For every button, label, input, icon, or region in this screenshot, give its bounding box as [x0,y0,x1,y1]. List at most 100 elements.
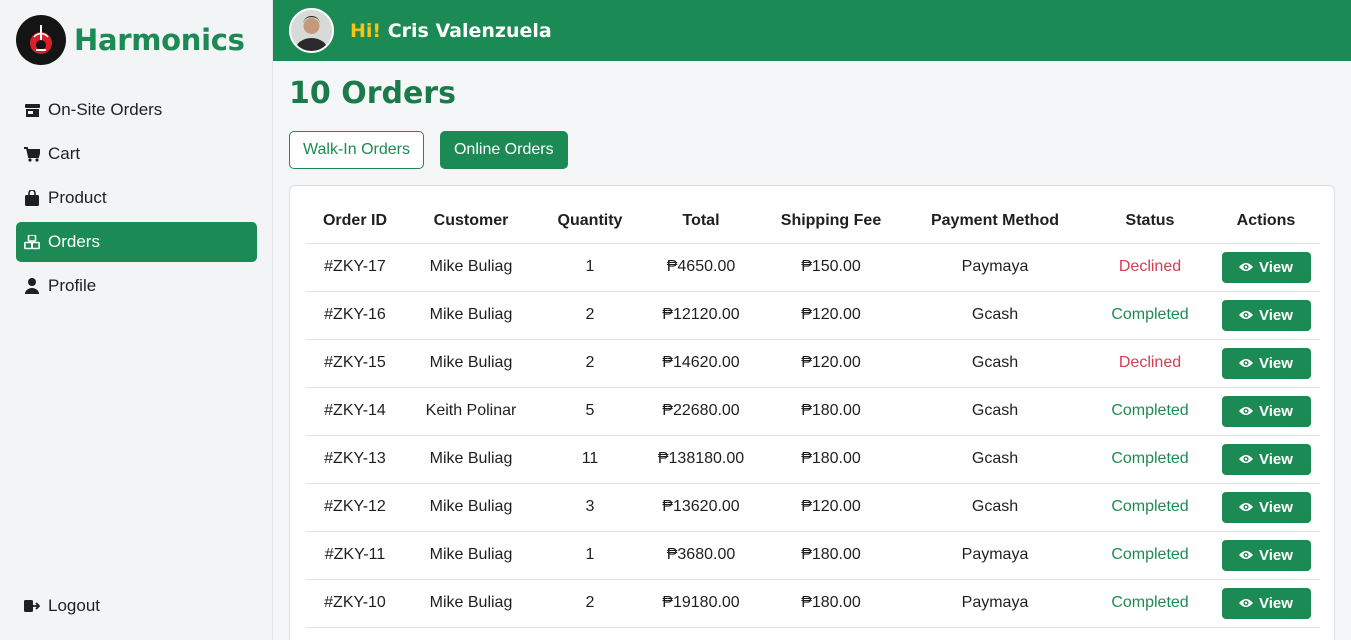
cell-quantity: 5 [538,387,642,436]
cell-order-id: #ZKY-11 [306,531,404,580]
status-badge: Completed [1088,435,1212,484]
avatar[interactable] [289,8,334,53]
header-order-id: Order ID [306,186,404,244]
sidebar-item-cart[interactable]: Cart [16,134,257,174]
tab-online-orders[interactable]: Online Orders [439,131,568,169]
cell-shipping-fee: ₱120.00 [760,339,902,388]
orders-card: Order ID Customer Quantity Total Shippin… [289,185,1335,640]
cell-customer: Mike Buliag [404,579,538,628]
table-row: #ZKY-13 Mike Buliag 11 ₱138180.00 ₱180.00 Gca… [306,435,1320,484]
sidebar-item-product[interactable]: Product [16,178,257,218]
orders-table: Order ID Customer Quantity Total Shippin… [306,186,1320,628]
sidebar-item-label: Orders [48,232,100,251]
page-title: 10 Orders [289,76,456,111]
cell-quantity: 2 [538,291,642,340]
cell-total: ₱12120.00 [642,291,760,340]
status-badge: Completed [1088,531,1212,580]
sidebar-item-orders[interactable]: Orders [16,222,257,262]
logout-label: Logout [48,596,100,615]
store-icon [24,102,40,118]
cell-payment-method: Gcash [902,483,1088,532]
sidebar-item-label: Product [48,188,107,207]
view-button[interactable]: View [1221,539,1311,571]
cell-customer: Mike Buliag [404,291,538,340]
cell-shipping-fee: ₱120.00 [760,291,902,340]
cell-payment-method: Paymaya [902,531,1088,580]
cell-shipping-fee: ₱180.00 [760,387,902,436]
cell-order-id: #ZKY-12 [306,483,404,532]
tab-walk-in-orders[interactable]: Walk-In Orders [289,131,424,169]
cell-payment-method: Gcash [902,339,1088,388]
brand[interactable]: Harmonics [16,15,245,65]
view-button[interactable]: View [1221,491,1311,523]
view-button[interactable]: View [1221,299,1311,331]
order-tabs: Walk-In Orders Online Orders [289,131,584,169]
cell-actions: View [1212,579,1320,628]
header-actions: Actions [1212,186,1320,244]
view-label: View [1259,402,1293,420]
header-total: Total [642,186,760,244]
guitar-logo-icon [16,15,66,65]
cell-payment-method: Gcash [902,291,1088,340]
cell-shipping-fee: ₱150.00 [760,243,902,292]
cell-actions: View [1212,339,1320,388]
logout-icon [24,598,40,614]
table-row: #ZKY-17 Mike Buliag 1 ₱4650.00 ₱150.00 Paymay… [306,243,1320,292]
view-label: View [1259,354,1293,372]
view-button[interactable]: View [1221,587,1311,619]
sidebar-nav: On-Site Orders Cart Product Orders Profi… [16,90,257,310]
table-row: #ZKY-11 Mike Buliag 1 ₱3680.00 ₱180.00 Paymay… [306,531,1320,580]
view-button[interactable]: View [1221,347,1311,379]
cell-shipping-fee: ₱180.00 [760,435,902,484]
greeting-hi: Hi! [350,19,382,42]
status-badge: Declined [1088,339,1212,388]
cell-customer: Mike Buliag [404,531,538,580]
view-button[interactable]: View [1221,443,1311,475]
eye-icon [1239,358,1254,368]
header-customer: Customer [404,186,538,244]
table-row: #ZKY-14 Keith Polinar 5 ₱22680.00 ₱180.00 Gca… [306,387,1320,436]
cell-quantity: 2 [538,339,642,388]
table-row: #ZKY-15 Mike Buliag 2 ₱14620.00 ₱120.00 Gcash… [306,339,1320,388]
header-payment-method: Payment Method [902,186,1088,244]
cell-payment-method: Paymaya [902,243,1088,292]
sidebar-item-label: On-Site Orders [48,100,163,119]
eye-icon [1239,598,1254,608]
sidebar-item-profile[interactable]: Profile [16,266,257,306]
cell-shipping-fee: ₱180.00 [760,579,902,628]
sidebar-item-on-site-orders[interactable]: On-Site Orders [16,90,257,130]
cell-actions: View [1212,531,1320,580]
boxes-icon [24,234,40,250]
bag-icon [24,190,40,206]
cell-actions: View [1212,435,1320,484]
cell-customer: Mike Buliag [404,339,538,388]
cell-order-id: #ZKY-10 [306,579,404,628]
table-row: #ZKY-10 Mike Buliag 2 ₱19180.00 ₱180.00 Payma… [306,579,1320,628]
cell-total: ₱22680.00 [642,387,760,436]
cell-total: ₱19180.00 [642,579,760,628]
view-button[interactable]: View [1221,251,1311,283]
user-name: Cris Valenzuela [387,19,552,42]
eye-icon [1239,310,1254,320]
greeting: Hi! Cris Valenzuela [350,20,552,42]
view-label: View [1259,306,1293,324]
brand-name: Harmonics [74,23,245,57]
view-label: View [1259,546,1293,564]
top-header: Hi! Cris Valenzuela [273,0,1351,61]
user-icon [24,278,40,294]
cell-customer: Mike Buliag [404,243,538,292]
logout-button[interactable]: Logout [24,596,100,616]
cell-total: ₱13620.00 [642,483,760,532]
table-row: #ZKY-16 Mike Buliag 2 ₱12120.00 ₱120.00 Gcash… [306,291,1320,340]
eye-icon [1239,502,1254,512]
cell-quantity: 11 [538,435,642,484]
view-button[interactable]: View [1221,395,1311,427]
status-badge: Declined [1088,243,1212,292]
cell-customer: Mike Buliag [404,435,538,484]
cell-actions: View [1212,387,1320,436]
status-badge: Completed [1088,483,1212,532]
view-label: View [1259,450,1293,468]
view-label: View [1259,594,1293,612]
header-quantity: Quantity [538,186,642,244]
view-label: View [1259,498,1293,516]
